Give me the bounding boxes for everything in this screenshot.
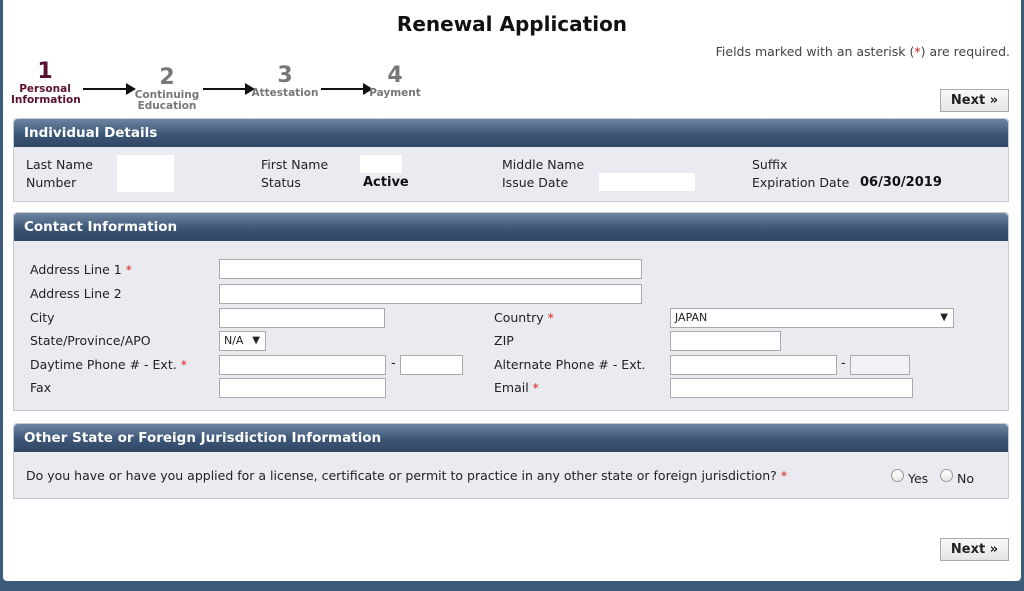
city-input[interactable] (219, 308, 385, 328)
daytime-phone-input[interactable] (219, 355, 386, 375)
email-input[interactable] (670, 378, 913, 398)
status-label: Status (261, 175, 301, 190)
step-attestation: 3 Attestation (251, 63, 319, 99)
city-label: City (30, 310, 55, 325)
expiration-date-value: 06/30/2019 (860, 175, 942, 190)
address-line-1-input[interactable] (219, 259, 642, 279)
step-payment: 4 Payment (369, 63, 421, 99)
section-heading: Contact Information (14, 213, 1008, 241)
other-state-question: Do you have or have you applied for a li… (26, 468, 788, 483)
dropdown-arrow-icon: ▼ (252, 335, 260, 346)
no-radio[interactable] (940, 469, 953, 482)
issue-date-label: Issue Date (502, 175, 569, 190)
application-page: Renewal Application Fields marked with a… (3, 0, 1021, 581)
yes-label: Yes (908, 471, 929, 486)
step-arrow (83, 83, 136, 95)
redacted-value (599, 173, 695, 191)
next-button-bottom[interactable]: Next » (940, 538, 1009, 561)
section-heading: Other State or Foreign Jurisdiction Info… (14, 424, 1008, 452)
fax-label: Fax (30, 380, 52, 395)
phone-separator: - (391, 356, 396, 371)
step-personal-information: 1 Personal Information (11, 59, 81, 106)
status-value: Active (363, 175, 409, 190)
alternate-phone-ext-input[interactable] (850, 355, 910, 375)
next-button-top[interactable]: Next » (940, 89, 1009, 112)
middle-name-label: Middle Name (502, 157, 585, 172)
country-label: Country * (494, 310, 554, 325)
address-line-2-label: Address Line 2 (30, 286, 122, 301)
phone-separator: - (841, 356, 846, 371)
required-fields-note: Fields marked with an asterisk (*) are r… (715, 44, 1010, 59)
email-label: Email * (494, 380, 539, 395)
step-arrow (203, 83, 255, 95)
zip-input[interactable] (670, 331, 781, 351)
redacted-value (117, 155, 174, 192)
daytime-phone-ext-input[interactable] (400, 355, 463, 375)
page-title: Renewal Application (396, 12, 628, 36)
dropdown-arrow-icon: ▼ (940, 312, 948, 323)
address-line-1-label: Address Line 1 * (30, 262, 132, 277)
expiration-date-label: Expiration Date (752, 175, 850, 190)
suffix-label: Suffix (752, 157, 788, 172)
address-line-2-input[interactable] (219, 284, 642, 304)
no-label: No (957, 471, 974, 486)
yes-radio[interactable] (891, 469, 904, 482)
last-name-label: Last Name (26, 157, 93, 172)
contact-information-section: Contact Information Address Line 1 * Add… (13, 212, 1009, 411)
state-province-label: State/Province/APO (30, 333, 151, 348)
daytime-phone-label: Daytime Phone # - Ext. * (30, 357, 187, 372)
other-state-section: Other State or Foreign Jurisdiction Info… (13, 423, 1009, 499)
alternate-phone-label: Alternate Phone # - Ext. (494, 357, 646, 372)
first-name-label: First Name (261, 157, 329, 172)
individual-details-section: Individual Details Last Name Number Firs… (13, 118, 1009, 202)
fax-input[interactable] (219, 378, 386, 398)
redacted-value (360, 155, 402, 173)
alternate-phone-input[interactable] (670, 355, 837, 375)
section-heading: Individual Details (14, 119, 1008, 147)
step-arrow (321, 83, 373, 95)
step-continuing-education: 2 Continuing Education (134, 65, 200, 112)
country-select[interactable]: JAPAN ▼ (670, 308, 954, 328)
state-province-select[interactable]: N/A ▼ (219, 331, 266, 351)
zip-label: ZIP (494, 333, 514, 348)
number-label: Number (26, 175, 77, 190)
